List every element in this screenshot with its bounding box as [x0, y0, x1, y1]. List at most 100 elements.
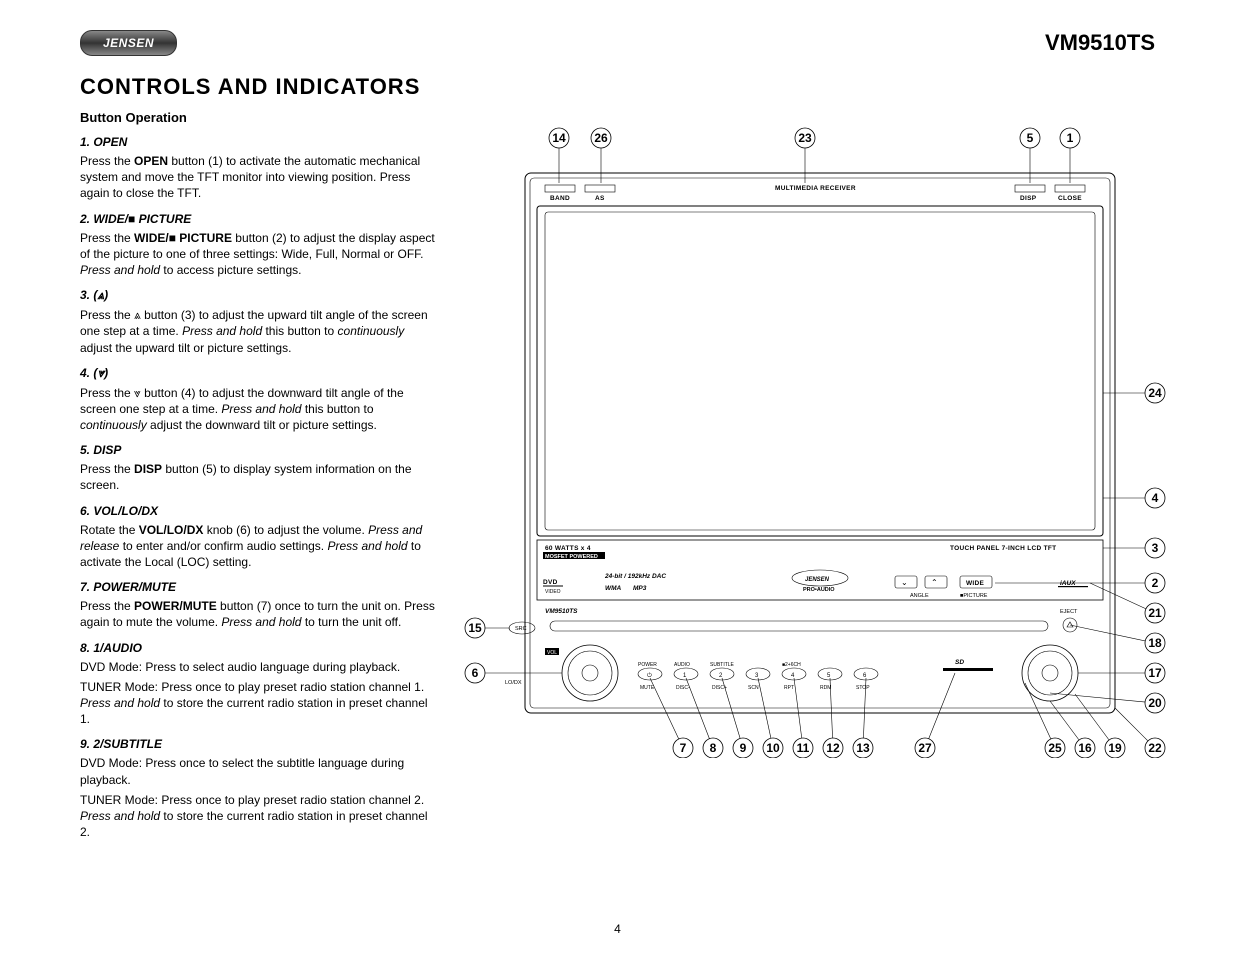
svg-text:27: 27: [918, 741, 932, 755]
label-touch: TOUCH PANEL 7-INCH LCD TFT: [950, 545, 1056, 552]
svg-text:22: 22: [1148, 741, 1162, 755]
label-watts: 60 WATTS x 4: [545, 545, 591, 552]
item-title: 6. VOL/LO/DX: [80, 504, 435, 518]
svg-text:POWER: POWER: [638, 662, 657, 668]
item-title: 7. POWER/MUTE: [80, 580, 435, 594]
label-iaux: iAUX: [1060, 580, 1076, 587]
svg-text:2: 2: [1152, 576, 1159, 590]
svg-text:25: 25: [1048, 741, 1062, 755]
label-mosfet: MOSFET POWERED: [545, 554, 598, 560]
svg-text:4: 4: [791, 673, 795, 679]
item-title: 9. 2/SUBTITLE: [80, 737, 435, 751]
label-disp: DISP: [1020, 195, 1037, 202]
svg-text:26: 26: [594, 131, 608, 145]
svg-text:7: 7: [680, 741, 687, 755]
item-title: 2. WIDE/■ PICTURE: [80, 212, 435, 226]
svg-text:SCN: SCN: [748, 685, 759, 691]
brand-logo: JENSEN: [80, 30, 177, 56]
svg-text:⌃: ⌃: [931, 578, 938, 587]
label-wide: WIDE: [966, 580, 985, 587]
main-title: CONTROLS AND INDICATORS: [80, 74, 1155, 100]
label-video: VIDEO: [545, 589, 561, 595]
label-eject: EJECT: [1060, 609, 1078, 615]
device-diagram: BAND AS MULTIMEDIA RECEIVER DISP CLOSE 6…: [455, 104, 1175, 761]
item-title: 5. DISP: [80, 443, 435, 457]
label-dac: 24-bit / 192kHz DAC: [604, 573, 666, 580]
item-title: 1. OPEN: [80, 135, 435, 149]
svg-text:MUTE: MUTE: [640, 685, 655, 691]
brand-text: JENSEN: [103, 36, 154, 50]
svg-text:18: 18: [1148, 636, 1162, 650]
svg-text:5: 5: [827, 673, 831, 679]
svg-text:⏻: ⏻: [647, 672, 652, 679]
svg-text:23: 23: [798, 131, 812, 145]
item-body: Rotate the VOL/LO/DX knob (6) to adjust …: [80, 522, 435, 571]
svg-text:AUDIO: AUDIO: [674, 662, 690, 668]
svg-text:21: 21: [1148, 606, 1162, 620]
svg-text:STOP: STOP: [856, 685, 870, 691]
item-body: TUNER Mode: Press once to play preset ra…: [80, 792, 435, 841]
svg-text:24: 24: [1148, 386, 1162, 400]
svg-text:6: 6: [863, 673, 867, 679]
label-src: SRC: [515, 626, 527, 632]
svg-text:3: 3: [1152, 541, 1159, 555]
svg-text:DISC-: DISC-: [676, 685, 690, 691]
svg-text:1: 1: [1067, 131, 1074, 145]
model-number: VM9510TS: [1045, 30, 1155, 56]
svg-text:RDM: RDM: [820, 685, 831, 691]
text-column: Button Operation 1. OPEN Press the OPEN …: [80, 104, 435, 844]
svg-text:RPT: RPT: [784, 685, 794, 691]
label-proaudio: PRO•AUDIO: [803, 587, 835, 593]
svg-text:17: 17: [1148, 666, 1162, 680]
label-picture: ■PICTURE: [960, 593, 988, 599]
svg-text:19: 19: [1108, 741, 1122, 755]
item-body: Press the OPEN button (1) to activate th…: [80, 153, 435, 202]
svg-text:1: 1: [683, 673, 687, 679]
item-title: 8. 1/AUDIO: [80, 641, 435, 655]
page-number: 4: [0, 922, 1235, 936]
label-lodx: LO/DX: [505, 680, 522, 686]
svg-text:4: 4: [1152, 491, 1159, 505]
svg-text:9: 9: [740, 741, 747, 755]
label-mp3: MP3: [633, 585, 647, 592]
label-title: MULTIMEDIA RECEIVER: [775, 185, 856, 192]
label-model-small: VM9510TS: [545, 608, 578, 615]
label-center-logo: JENSEN: [805, 577, 830, 583]
item-body: Press the DISP button (5) to display sys…: [80, 461, 435, 493]
item-body: Press the POWER/MUTE button (7) once to …: [80, 598, 435, 630]
label-vol: VOL: [547, 650, 557, 656]
item-body: Press the ⩔ button (4) to adjust the dow…: [80, 385, 435, 434]
label-band: BAND: [550, 195, 570, 202]
item-body: TUNER Mode: Press once to play preset ra…: [80, 679, 435, 728]
svg-text:12: 12: [826, 741, 840, 755]
label-as: AS: [595, 195, 605, 202]
sub-title: Button Operation: [80, 110, 435, 125]
diagram-column: BAND AS MULTIMEDIA RECEIVER DISP CLOSE 6…: [455, 104, 1175, 844]
svg-text:10: 10: [766, 741, 780, 755]
label-angle: ANGLE: [910, 593, 929, 599]
svg-text:20: 20: [1148, 696, 1162, 710]
item-body: DVD Mode: Press once to select the subti…: [80, 755, 435, 787]
svg-text:SUBTITLE: SUBTITLE: [710, 662, 735, 668]
svg-text:14: 14: [552, 131, 566, 145]
svg-text:8: 8: [710, 741, 717, 755]
svg-text:13: 13: [856, 741, 870, 755]
label-close: CLOSE: [1058, 195, 1082, 202]
svg-text:16: 16: [1078, 741, 1092, 755]
label-dvd: DVD: [543, 579, 558, 586]
svg-text:⌄: ⌄: [901, 578, 908, 587]
item-title: 3. (⩓): [80, 288, 435, 303]
item-body: DVD Mode: Press to select audio language…: [80, 659, 435, 675]
page-header: JENSEN VM9510TS: [80, 30, 1155, 56]
svg-text:15: 15: [468, 621, 482, 635]
svg-text:11: 11: [797, 741, 810, 755]
svg-text:5: 5: [1027, 131, 1034, 145]
svg-text:6: 6: [472, 666, 479, 680]
label-wma: WMA: [605, 585, 622, 592]
item-body: Press the WIDE/■ PICTURE button (2) to a…: [80, 230, 435, 279]
label-sd: SD: [955, 659, 964, 666]
item-title: 4. (⩔): [80, 366, 435, 381]
svg-text:■2+6CH: ■2+6CH: [782, 662, 801, 668]
svg-text:3: 3: [755, 673, 759, 679]
svg-text:2: 2: [719, 673, 723, 679]
